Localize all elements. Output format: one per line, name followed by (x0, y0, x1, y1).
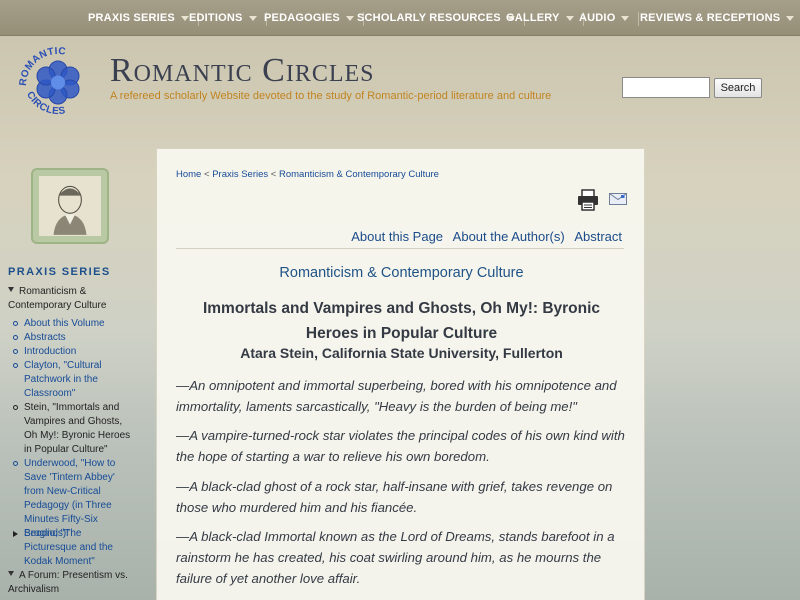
site-logo[interactable]: ROMANTIC CIRCLES (18, 46, 98, 118)
sidebar-heading: PRAXIS SERIES (8, 266, 111, 278)
sidebar-item-label: Abstracts (24, 332, 66, 343)
chevron-down-icon (565, 15, 574, 21)
sidebar-item-introduction[interactable]: Introduction (13, 345, 135, 359)
sidebar-item-label: Clayton, "Cultural Patchwork in the Clas… (24, 360, 102, 399)
sidebar-current-label: Romanticism & Contemporary Culture (8, 286, 107, 311)
print-icon[interactable] (577, 189, 599, 211)
bullet-icon (13, 335, 18, 340)
bullet-icon (13, 461, 18, 466)
sidebar-item-label: Stein, "Immortals and Vampires and Ghost… (24, 402, 131, 455)
nav-label: REVIEWS & RECEPTIONS (640, 12, 781, 24)
sidebar-item-label: About this Volume (24, 318, 105, 329)
about-this-page-link[interactable]: About this Page (351, 229, 443, 244)
sidebar-item-broglio[interactable]: Broglio, "The Picturesque and the Kodak … (13, 527, 135, 569)
article-paragraph: —A black-clad Immortal known as the Lord… (176, 529, 615, 586)
breadcrumb-separator: < (270, 169, 277, 180)
bullet-icon (13, 349, 18, 354)
breadcrumb: Home < Praxis Series < Romanticism & Con… (176, 169, 439, 180)
nav-label: AUDIO (579, 12, 616, 24)
email-icon[interactable] (609, 193, 627, 205)
chevron-down-icon (345, 15, 354, 21)
site-tagline: A refereed scholarly Website devoted to … (110, 90, 552, 102)
breadcrumb-home[interactable]: Home (176, 169, 201, 180)
sidebar-item-abstracts[interactable]: Abstracts (13, 331, 135, 345)
sidebar-item-label: Introduction (24, 346, 77, 357)
bullet-icon (13, 363, 18, 368)
top-navigation: PRAXIS SERIES EDITIONS PEDAGOGIES SCHOLA… (0, 0, 800, 36)
nav-label: PRAXIS SERIES (88, 12, 175, 24)
page-links: About this Page About the Author(s) Abst… (345, 229, 622, 244)
sidebar-item-label: Broglio, "The Picturesque and the Kodak … (24, 528, 113, 567)
nav-praxis-series[interactable]: PRAXIS SERIES (88, 0, 199, 36)
breadcrumb-separator: < (203, 169, 210, 180)
site-title[interactable]: Romantic Circles (110, 52, 375, 90)
main-content: Home < Praxis Series < Romanticism & Con… (156, 148, 645, 600)
nav-label: PEDAGOGIES (264, 12, 340, 24)
nav-label: EDITIONS (189, 12, 243, 24)
nav-label: GALLERY (506, 12, 560, 24)
chevron-down-icon (621, 15, 630, 21)
chevron-down-icon (248, 15, 257, 21)
sidebar-forum-label: A Forum: Presentism vs. Archivalism (8, 570, 128, 595)
sidebar-current-volume[interactable]: Romanticism & Contemporary Culture (8, 285, 138, 313)
expanded-triangle-icon (8, 287, 14, 292)
article-title: Immortals and Vampires and Ghosts, Oh My… (202, 300, 601, 342)
nav-audio[interactable]: AUDIO (579, 0, 640, 36)
search-input[interactable] (622, 77, 710, 98)
article-paragraph: —A black-clad ghost of a rock star, half… (176, 479, 613, 515)
abstract-link[interactable]: Abstract (574, 229, 622, 244)
nav-pedagogies[interactable]: PEDAGOGIES (264, 0, 364, 36)
divider (176, 248, 624, 249)
chevron-down-icon (786, 15, 795, 21)
sidebar-item-clayton[interactable]: Clayton, "Cultural Patchwork in the Clas… (13, 359, 135, 401)
nav-reviews-receptions[interactable]: REVIEWS & RECEPTIONS (640, 0, 795, 36)
sidebar-item-about-volume[interactable]: About this Volume (13, 317, 135, 331)
bullet-icon (13, 321, 18, 326)
bullet-icon (13, 405, 18, 410)
breadcrumb-praxis[interactable]: Praxis Series (212, 169, 268, 180)
nav-label: SCHOLARLY RESOURCES (357, 12, 501, 24)
section-title: Romanticism & Contemporary Culture (279, 265, 524, 281)
article-author: Atara Stein, California State University… (240, 345, 563, 361)
collapsed-triangle-icon (13, 531, 18, 537)
sidebar-item-stein[interactable]: Stein, "Immortals and Vampires and Ghost… (13, 401, 135, 457)
nav-scholarly-resources[interactable]: SCHOLARLY RESOURCES (357, 0, 525, 36)
author-portrait (31, 168, 109, 244)
search-button[interactable]: Search (714, 78, 762, 98)
sidebar-forum[interactable]: A Forum: Presentism vs. Archivalism (8, 569, 138, 597)
chevron-down-icon (180, 15, 189, 21)
portrait-image (39, 176, 101, 236)
breadcrumb-current[interactable]: Romanticism & Contemporary Culture (279, 169, 439, 180)
article-paragraph: —An omnipotent and immortal superbeing, … (176, 378, 617, 414)
expanded-triangle-icon (8, 571, 14, 576)
nav-editions[interactable]: EDITIONS (189, 0, 267, 36)
about-author-link[interactable]: About the Author(s) (453, 229, 565, 244)
nav-gallery[interactable]: GALLERY (506, 0, 584, 36)
article-paragraph: —A vampire-turned-rock star violates the… (176, 428, 625, 464)
